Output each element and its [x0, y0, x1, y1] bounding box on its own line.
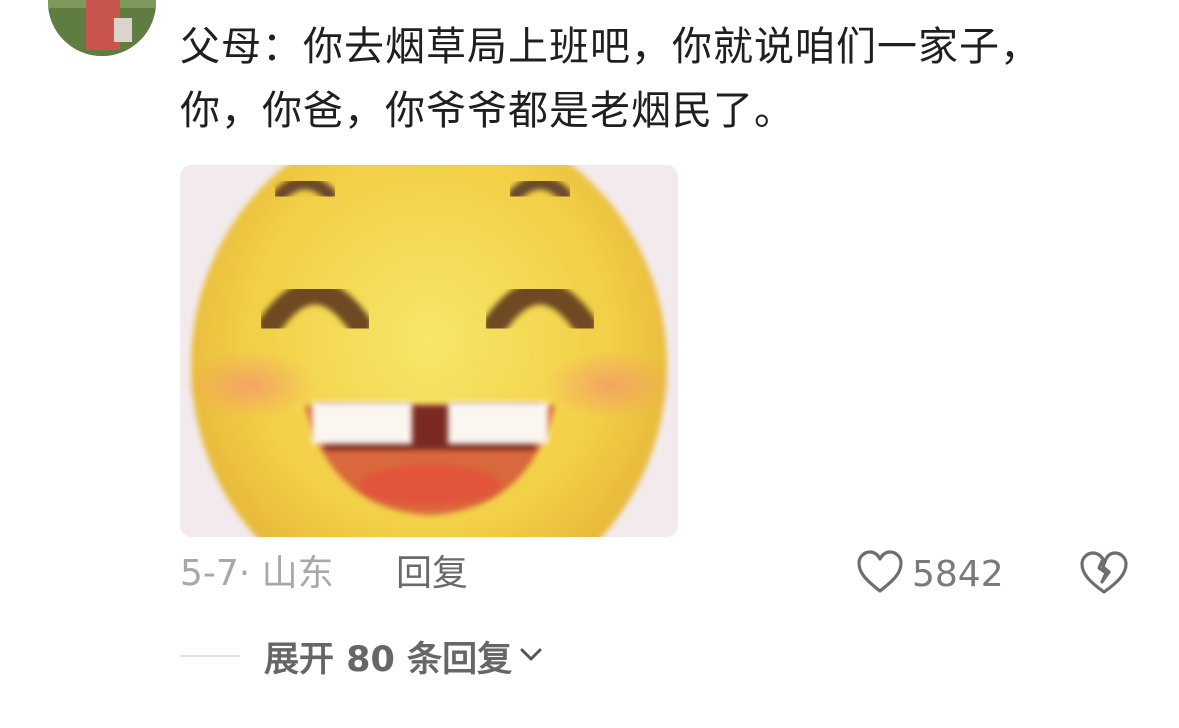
like-count: 5842 [912, 553, 1004, 595]
expand-replies-button[interactable]: 展开 80 条回复 [180, 632, 544, 680]
reply-button[interactable]: 回复 [396, 552, 468, 596]
like-button[interactable]: 5842 [856, 548, 1004, 600]
sticker-image[interactable] [180, 165, 678, 537]
comment-line-2: 你，你爸，你爷爷都是老烟民了。 [180, 88, 795, 134]
avatar[interactable] [48, 0, 156, 56]
comment-meta: 5-7· 山东 回复 5842 [180, 548, 1140, 600]
divider-line [180, 655, 240, 657]
comment-date-location: 5-7· 山东 [180, 553, 334, 594]
broken-heart-icon [1078, 551, 1130, 604]
comment-text: 父母：你去烟草局上班吧，你就说咱们一家子， 你，你爸，你爷爷都是老烟民了。 [180, 20, 1140, 148]
expand-replies-label: 展开 80 条回复 [264, 639, 513, 680]
heart-outline-icon [856, 550, 904, 598]
chevron-down-icon [518, 644, 544, 668]
comment-item: 父母：你去烟草局上班吧，你就说咱们一家子， 你，你爸，你爷爷都是老烟民了。 5-… [0, 0, 1179, 728]
dislike-button[interactable] [1078, 548, 1130, 600]
comment-line-1: 父母：你去烟草局上班吧，你就说咱们一家子， [180, 24, 1041, 70]
